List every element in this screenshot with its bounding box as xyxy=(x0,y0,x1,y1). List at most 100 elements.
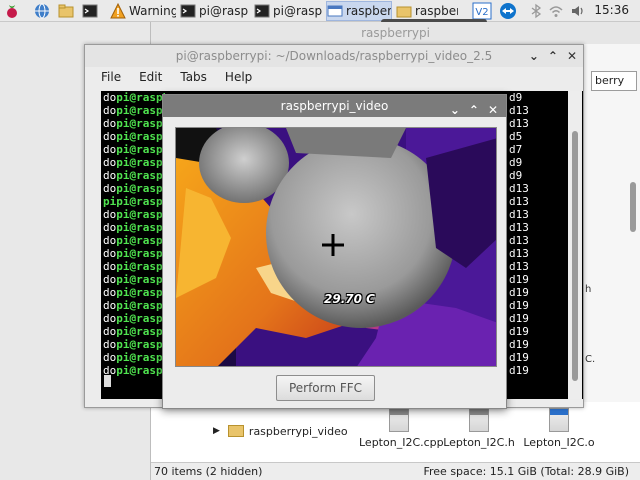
terminal-line-prefix: do xyxy=(103,130,117,143)
terminal-right-column: d9 d13 d13 d5 d7 d9 d9 d13 d13 d13 d13 d13 d13 d13 d19… xyxy=(509,91,529,377)
terminal-right-value: d9 xyxy=(509,169,523,182)
terminal-right-value: d13 xyxy=(509,260,529,273)
terminal-right-value: d13 xyxy=(509,247,529,260)
task-file-manager-label: raspberr xyxy=(415,4,458,18)
perform-ffc-button[interactable]: Perform FFC xyxy=(276,375,375,401)
terminal-right-value: d13 xyxy=(509,234,529,247)
temperature-readout: 29.70 C xyxy=(324,292,375,306)
scrollbar-thumb[interactable] xyxy=(630,182,636,232)
terminal-line-prefix: do xyxy=(103,156,117,169)
terminal-menubar: File Edit Tabs Help xyxy=(101,70,252,84)
wifi-icon[interactable] xyxy=(548,3,564,19)
folder-icon xyxy=(396,6,412,18)
file-item-label: Lepton_I2C.cpp xyxy=(359,436,444,449)
terminal-right-value: d19 xyxy=(509,338,529,351)
menu-help[interactable]: Help xyxy=(225,70,252,84)
terminal-line-prefix: do xyxy=(103,208,117,221)
minimize-icon[interactable]: ⌄ xyxy=(450,99,460,121)
file-item[interactable]: Lepton_I2C.cpp xyxy=(359,402,444,449)
file-manager-vertical-scrollbar[interactable] xyxy=(627,112,639,402)
file-item[interactable]: Lepton_I2C.h xyxy=(439,402,519,449)
video-window-controls: ⌄ ⌃ ✕ xyxy=(450,99,498,121)
terminal-right-value: d19 xyxy=(509,286,529,299)
task-terminal-1-label: pi@rasp xyxy=(199,4,249,18)
task-warning[interactable]: Warning xyxy=(110,1,176,21)
file-item-label: Lepton_I2C.h xyxy=(443,436,515,449)
menu-file[interactable]: File xyxy=(101,70,121,84)
terminal-line-prefix: do xyxy=(103,104,117,117)
maximize-icon[interactable]: ⌃ xyxy=(469,99,479,121)
thermal-image-graphic xyxy=(176,128,496,366)
task-terminal-1[interactable]: pi@rasp xyxy=(180,1,252,21)
vnc-icon[interactable]: V2 xyxy=(472,2,492,20)
terminal-line-prefix: do xyxy=(103,312,117,325)
terminal-right-value: d19 xyxy=(509,364,529,377)
terminal-line-prefix: do xyxy=(103,286,117,299)
bluetooth-icon[interactable] xyxy=(528,3,544,19)
terminal-line-prefix: do xyxy=(103,221,117,234)
terminal-right-value: d13 xyxy=(509,221,529,234)
free-space: Free space: 15.1 GiB (Total: 28.9 GiB) xyxy=(423,465,629,478)
file-manager-title[interactable]: raspberrypi xyxy=(151,22,640,44)
tree-item-raspberrypi-video[interactable]: ▶ raspberrypi_video xyxy=(213,422,348,440)
terminal-line-prefix: do xyxy=(103,260,117,273)
partial-label: h xyxy=(585,284,592,295)
terminal-launcher-icon[interactable] xyxy=(82,3,98,19)
menu-edit[interactable]: Edit xyxy=(139,70,162,84)
terminal-title[interactable]: pi@raspberrypi: ~/Downloads/raspberrypi_… xyxy=(85,45,583,67)
web-browser-icon[interactable] xyxy=(34,3,50,19)
maximize-icon[interactable]: ⌃ xyxy=(548,49,558,63)
taskbar: Warning pi@rasp pi@rasp raspberr raspber… xyxy=(0,0,640,22)
close-icon[interactable]: ✕ xyxy=(567,49,577,63)
file-manager-icon[interactable] xyxy=(58,3,74,19)
task-terminal-2-label: pi@rasp xyxy=(273,4,323,18)
terminal-right-value: d19 xyxy=(509,273,529,286)
folder-icon xyxy=(227,425,244,437)
terminal-line-prefix: do xyxy=(103,182,117,195)
terminal-right-value: d13 xyxy=(509,104,529,117)
minimize-icon[interactable]: ⌄ xyxy=(529,49,539,63)
file-manager-path-input[interactable]: berry xyxy=(591,71,637,91)
volume-icon[interactable] xyxy=(570,3,586,19)
terminal-right-value: d13 xyxy=(509,208,529,221)
expand-arrow-icon[interactable]: ▶ xyxy=(213,426,220,436)
terminal-right-value: d19 xyxy=(509,325,529,338)
menu-tabs[interactable]: Tabs xyxy=(180,70,207,84)
svg-text:V2: V2 xyxy=(475,7,488,18)
teamviewer-icon[interactable] xyxy=(498,2,518,20)
terminal-line-prefix: do xyxy=(103,247,117,260)
terminal-right-value: d19 xyxy=(509,299,529,312)
terminal-right-value: d13 xyxy=(509,182,529,195)
header-file-icon xyxy=(469,408,489,432)
raspberry-menu-icon[interactable] xyxy=(4,3,20,19)
partial-label: C. xyxy=(585,354,596,365)
terminal-line-prefix: do xyxy=(103,325,117,338)
close-icon[interactable]: ✕ xyxy=(488,99,498,121)
terminal-cursor xyxy=(104,375,111,387)
terminal-line-prefix: do xyxy=(103,299,117,312)
terminal-right-value: d5 xyxy=(509,130,523,143)
app-window-icon xyxy=(327,5,343,17)
terminal-right-value: d19 xyxy=(509,312,529,325)
terminal-right-value: d7 xyxy=(509,143,523,156)
terminal-line-prefix: do xyxy=(103,273,117,286)
task-warning-label: Warning xyxy=(129,4,176,18)
item-count: 70 items (2 hidden) xyxy=(154,465,263,478)
terminal-scrollbar[interactable] xyxy=(568,91,582,399)
object-file-icon xyxy=(549,408,569,432)
video-window-title[interactable]: raspberrypi_video ⌄ ⌃ ✕ xyxy=(163,95,506,117)
terminal-line-prefix: do xyxy=(103,117,117,130)
terminal-line-prefix: do xyxy=(103,143,117,156)
warning-icon xyxy=(110,3,126,19)
terminal-line-prefix: do xyxy=(103,351,117,364)
task-terminal-2[interactable]: pi@rasp xyxy=(254,1,324,21)
scrollbar-thumb[interactable] xyxy=(572,131,578,381)
file-item[interactable]: Lepton_I2C.o xyxy=(519,402,599,449)
terminal-right-value: d9 xyxy=(509,91,523,104)
terminal-window-controls: ⌄ ⌃ ✕ xyxy=(529,49,577,63)
task-file-manager[interactable]: raspberr xyxy=(396,1,458,21)
terminal-line-prefix: do xyxy=(103,338,117,351)
task-video-window[interactable]: raspberr xyxy=(326,1,392,21)
clock[interactable]: 15:36 xyxy=(594,3,629,17)
task-video-window-label: raspberr xyxy=(346,4,392,18)
